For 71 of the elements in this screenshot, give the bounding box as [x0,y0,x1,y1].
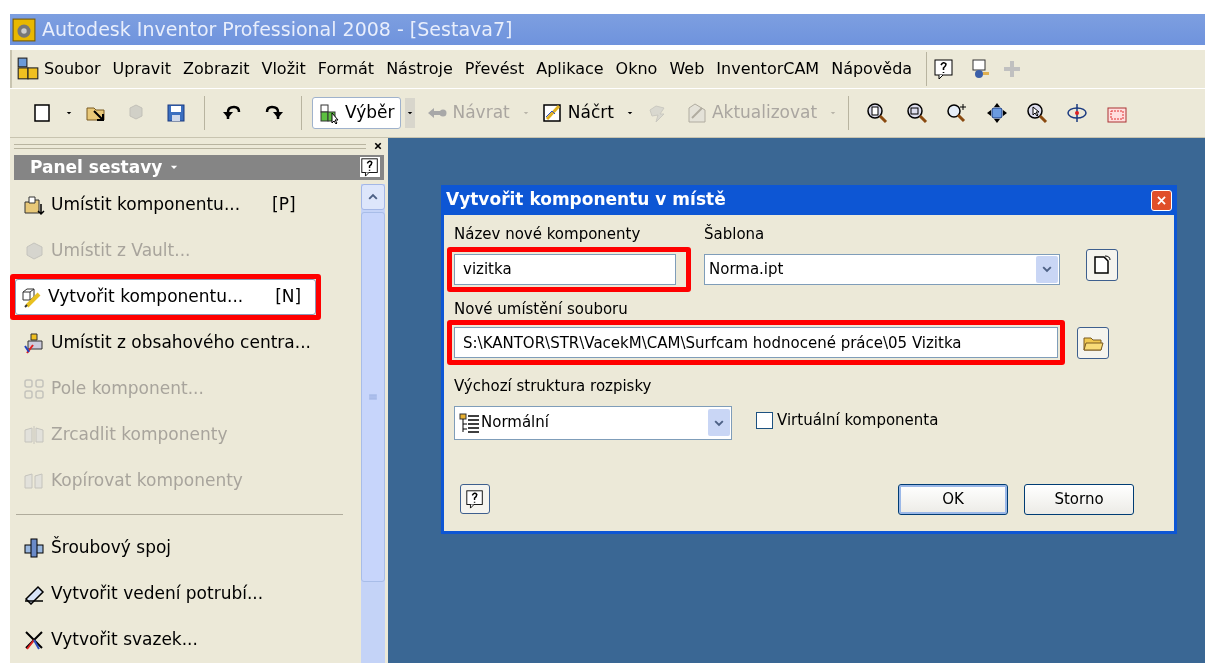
menu-item[interactable]: Nápověda [827,57,921,81]
panel-command[interactable]: Vytvořit svazek... [15,622,316,658]
field-label: Nové umístění souboru [454,298,629,320]
help-icon[interactable] [933,58,956,80]
new-template-button[interactable] [1086,249,1118,281]
scroll-up-button[interactable] [361,184,385,210]
scrollbar[interactable] [361,184,385,663]
app-icon [12,17,36,42]
bolted-joint-icon [23,537,45,559]
menu-item[interactable]: Formát [313,57,383,81]
zoom-all-icon[interactable] [866,102,889,124]
menu-item[interactable]: Zobrazit [179,57,258,81]
orbit-icon[interactable] [1066,102,1089,124]
location-field[interactable]: S:\KANTOR\STR\VacekM\CAM\Surfcam hodnocené práce\05 Vizitka [454,327,1058,358]
panel-header[interactable]: Panel sestavy [14,154,384,180]
help-icon [465,489,485,509]
help-button[interactable] [460,484,490,514]
panel-command[interactable]: Umístit z obsahového centra... [15,325,316,361]
virtual-checkbox[interactable]: Virtuální komponenta [756,409,939,432]
folder-arrow-icon [23,194,45,216]
cube-pencil-icon [20,286,42,308]
ok-button[interactable]: OK [898,483,1008,515]
copy-blocks-icon [23,470,45,492]
structure-dropdown[interactable]: Normální [454,405,732,440]
field-label: Šablona [704,223,766,245]
panel-command[interactable]: Umístit komponentu... [P] [15,187,316,223]
menu-item[interactable]: Nástroje [382,57,461,81]
toolbar-button[interactable]: Náčrt [534,97,621,129]
cube-icon [23,240,45,262]
close-button[interactable] [1151,189,1172,211]
menu-item[interactable]: Převést [460,57,533,81]
panel-command[interactable]: Vytvořit komponentu... [N] [15,279,316,315]
menu-item[interactable]: Okno [611,57,666,81]
grid-blocks-icon [23,378,45,400]
menu-item[interactable]: Upravit [108,57,180,81]
zoom-select-icon[interactable] [1026,102,1049,124]
field-label: Název nové komponenty [454,224,642,245]
cursor-blocks-icon [319,102,341,124]
template-dropdown[interactable]: Norma.ipt [704,253,1060,285]
scroll-thumb[interactable] [361,212,385,582]
menu-item[interactable]: InventorCAM [712,57,828,81]
zoom-window-icon[interactable] [906,102,929,124]
cancel-button[interactable]: Storno [1024,483,1134,515]
new-document-icon [1091,254,1113,276]
save-icon[interactable] [165,102,187,124]
structure-icon [459,411,481,434]
menu-item[interactable]: Soubor [40,57,109,81]
help-figure-icon[interactable] [969,58,992,80]
dialog-title: Vytvořit komponentu v místě [446,188,726,212]
menu-item[interactable]: Web [665,57,713,81]
mirror-blocks-icon [23,424,45,446]
select-button[interactable]: Výběr [312,97,402,129]
pan-icon[interactable] [986,102,1009,124]
field-label: Výchozí struktura rozpisky [454,376,653,397]
cube-stack-icon [23,332,45,354]
panel-title[interactable]: Panel sestavy [30,154,163,180]
close-icon [1155,193,1168,207]
panel-command[interactable]: Šroubový spoj [15,530,316,566]
menu-item[interactable]: Aplikace [532,57,612,81]
zoom-icon[interactable] [946,102,969,124]
window-title: Autodesk Inventor Professional 2008 - [Sestava7] [42,17,513,43]
cubes-icon[interactable] [16,57,40,81]
sketch-icon [541,102,564,124]
menu-item[interactable]: Vložit [257,57,314,81]
harness-icon [23,629,45,651]
help-icon[interactable] [360,157,380,178]
browse-button[interactable] [1077,326,1109,359]
pipe-icon [23,583,45,605]
panel-command[interactable]: Vytvořit vedení potrubí... [15,576,316,612]
new-file-icon[interactable] [31,102,53,124]
name-field[interactable]: vizitka [454,253,676,285]
